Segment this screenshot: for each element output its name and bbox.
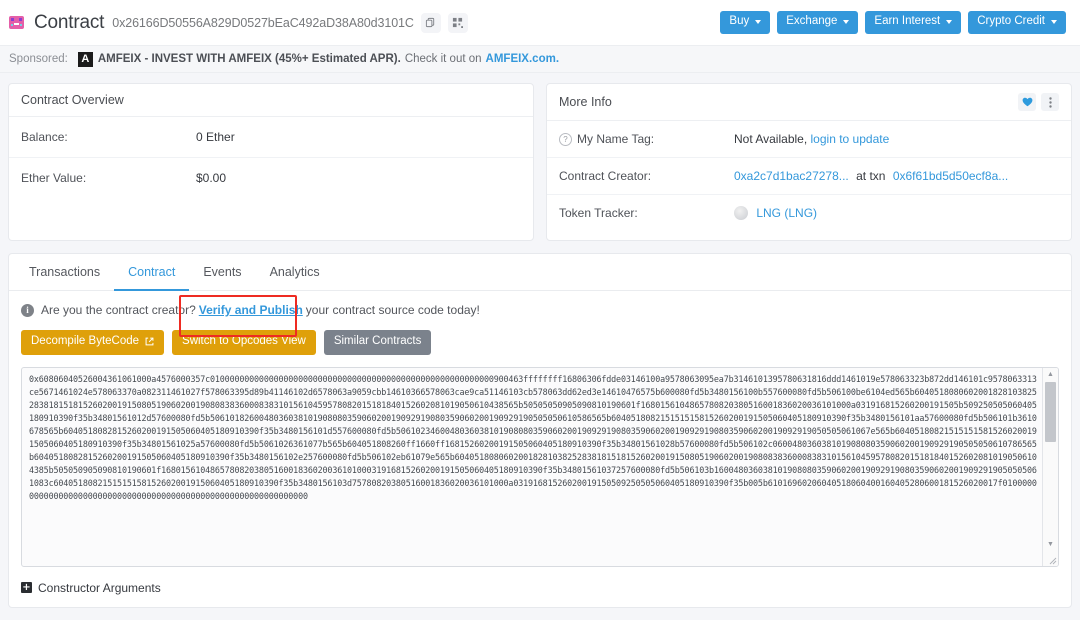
earn-interest-button-label: Earn Interest xyxy=(874,15,941,28)
exchange-button-label: Exchange xyxy=(786,15,838,28)
token-tracker-link[interactable]: LNG (LNG) xyxy=(756,206,817,220)
resize-grip-icon[interactable] xyxy=(1045,553,1057,565)
my-name-tag-row: ? My Name Tag: Not Available, login to u… xyxy=(547,121,1071,158)
tab-events[interactable]: Events xyxy=(189,254,255,291)
contract-creator-row: Contract Creator: 0xa2c7d1bac27278... at… xyxy=(547,158,1071,195)
chevron-down-icon xyxy=(1051,20,1057,24)
scroll-down-arrow-icon[interactable]: ▼ xyxy=(1043,538,1058,551)
at-txn-text: at txn xyxy=(856,169,886,183)
contract-details-card: Transactions Contract Events Analytics i… xyxy=(8,253,1072,608)
bytecode-container: 0x60806040526004361061000a4576000357c010… xyxy=(21,366,1059,567)
sponsor-subtext: Check it out on xyxy=(404,53,482,65)
help-icon[interactable]: ? xyxy=(559,132,572,146)
tab-bar: Transactions Contract Events Analytics xyxy=(9,254,1071,291)
verify-and-publish-link[interactable]: Verify and Publish xyxy=(199,303,303,317)
constructor-arguments-label: Constructor Arguments xyxy=(38,580,161,595)
buy-button-label: Buy xyxy=(729,15,750,28)
notice-text-before: Are you the contract creator? xyxy=(41,303,196,317)
contract-overview-card: Contract Overview Balance: 0 Ether Ether… xyxy=(8,83,534,241)
etherscan-logo-icon xyxy=(8,14,25,31)
sponsor-label: Sponsored: xyxy=(9,53,68,65)
constructor-arguments-row[interactable]: + Constructor Arguments xyxy=(9,567,1071,607)
balance-label: Balance: xyxy=(21,130,68,144)
crypto-credit-button[interactable]: Crypto Credit xyxy=(968,11,1066,34)
creation-txn-link[interactable]: 0x6f61bd5d50ecf8a... xyxy=(893,169,1008,183)
info-icon: i xyxy=(21,303,34,317)
more-info-title: More Info xyxy=(559,95,612,109)
scrollbar-thumb[interactable] xyxy=(1045,381,1056,442)
chevron-down-icon xyxy=(843,20,850,24)
similar-contracts-button[interactable]: Similar Contracts xyxy=(323,330,432,355)
balance-value: 0 Ether xyxy=(196,130,235,144)
sponsor-headline: AMFEIX - INVEST WITH AMFEIX (45%+ Estima… xyxy=(97,53,401,65)
copy-icon[interactable] xyxy=(420,12,441,33)
qr-code-icon[interactable] xyxy=(447,12,468,33)
main-content: Contract Overview Balance: 0 Ether Ether… xyxy=(0,73,1080,620)
heart-icon[interactable] xyxy=(1018,93,1036,111)
bytecode-scrollbar[interactable]: ▲ ▼ xyxy=(1042,367,1058,566)
sponsor-bar: Sponsored: A AMFEIX - INVEST WITH AMFEIX… xyxy=(0,45,1080,73)
decompile-bytecode-label: Decompile ByteCode xyxy=(31,335,140,347)
token-tracker-row: Token Tracker: LNG (LNG) xyxy=(547,195,1071,231)
amfeix-logo-icon: A xyxy=(77,51,93,67)
ether-value-label: Ether Value: xyxy=(21,171,87,185)
page-title: Contract xyxy=(34,11,105,33)
earn-interest-button[interactable]: Earn Interest xyxy=(865,11,962,34)
verify-notice: i Are you the contract creator? Verify a… xyxy=(9,291,1071,337)
expand-plus-icon[interactable]: + xyxy=(21,582,32,593)
contract-action-buttons: Decompile ByteCode Switch to Opcodes Vie… xyxy=(9,325,1071,367)
sponsor-link[interactable]: AMFEIX.com. xyxy=(486,53,559,65)
contract-overview-title: Contract Overview xyxy=(9,84,533,117)
notice-text-after: your contract source code today! xyxy=(305,303,480,317)
my-name-tag-label-text: My Name Tag: xyxy=(577,132,655,146)
contract-creator-label: Contract Creator: xyxy=(559,169,652,183)
chevron-down-icon xyxy=(755,20,762,24)
ether-value-value: $0.00 xyxy=(196,171,227,185)
token-logo-icon xyxy=(734,206,748,220)
crypto-credit-button-label: Crypto Credit xyxy=(977,15,1045,28)
login-to-update-link[interactable]: login to update xyxy=(811,132,890,146)
tab-analytics[interactable]: Analytics xyxy=(256,254,334,291)
tab-transactions[interactable]: Transactions xyxy=(15,254,114,291)
chevron-down-icon xyxy=(946,20,953,24)
buy-button[interactable]: Buy xyxy=(720,11,771,34)
etherscan-contract-page: Contract 0x26166D50556A829D0527bEaC492aD… xyxy=(0,0,1080,630)
my-name-tag-text: Not Available, xyxy=(734,132,808,146)
token-tracker-label: Token Tracker: xyxy=(559,206,638,220)
kebab-menu-icon[interactable] xyxy=(1041,93,1059,111)
more-info-header: More Info xyxy=(547,84,1071,121)
token-tracker-value: LNG (LNG) xyxy=(734,206,817,220)
scroll-up-arrow-icon[interactable]: ▲ xyxy=(1043,368,1058,381)
creator-address-link[interactable]: 0xa2c7d1bac27278... xyxy=(734,169,849,183)
page-header: Contract 0x26166D50556A829D0527bEaC492aD… xyxy=(0,0,1080,45)
summary-cards-row: Contract Overview Balance: 0 Ether Ether… xyxy=(8,83,1072,241)
decompile-bytecode-button[interactable]: Decompile ByteCode xyxy=(21,330,165,355)
exchange-button[interactable]: Exchange xyxy=(777,11,859,34)
my-name-tag-label: ? My Name Tag: xyxy=(559,132,734,146)
external-link-icon xyxy=(145,337,154,346)
balance-row: Balance: 0 Ether xyxy=(9,117,533,158)
more-info-card: More Info ? My Name Tag: Not Available, … xyxy=(546,83,1072,241)
ether-value-row: Ether Value: $0.00 xyxy=(9,158,533,198)
my-name-tag-value: Not Available, login to update xyxy=(734,132,889,146)
switch-to-opcodes-view-button[interactable]: Switch to Opcodes View xyxy=(172,330,316,355)
bytecode-textarea[interactable]: 0x60806040526004361061000a4576000357c010… xyxy=(22,368,1042,566)
contract-address: 0x26166D50556A829D0527bEaC492aD38A80d310… xyxy=(112,15,414,30)
contract-creator-value: 0xa2c7d1bac27278... at txn 0x6f61bd5d50e… xyxy=(734,169,1008,183)
tab-contract[interactable]: Contract xyxy=(114,254,190,291)
